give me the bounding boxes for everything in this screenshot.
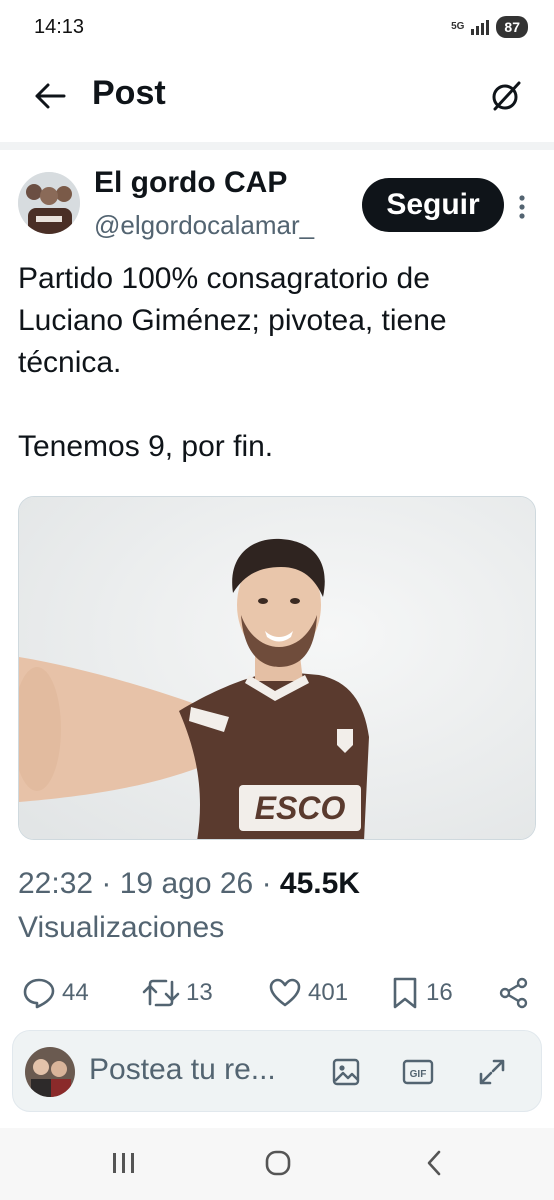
home-circle-icon [265,1150,291,1176]
image-icon [332,1058,360,1086]
post-time: 22:32 [18,867,94,900]
system-back-button[interactable] [414,1148,454,1178]
more-vertical-icon [519,195,525,219]
reply-button[interactable]: 44 [22,970,89,1016]
arrow-left-icon [35,83,66,109]
status-icons: 5G 87 [451,16,528,38]
gif-icon: GIF [402,1059,434,1085]
expand-button[interactable] [475,1055,509,1089]
battery-indicator: 87 [496,16,528,38]
reply-composer[interactable]: Postea tu re... GIF [12,1030,542,1112]
repost-button[interactable]: 13 [142,970,213,1016]
repost-icon [142,979,180,1007]
avatar-photo [18,172,80,234]
page-title: Post [92,74,166,112]
grok-icon [492,81,521,111]
signal-icon [471,20,490,35]
like-count: 401 [308,979,349,1006]
recents-icon [113,1153,134,1173]
gif-label: GIF [410,1069,427,1080]
share-button[interactable] [498,970,530,1016]
heart-icon [269,978,301,1007]
share-icon [499,977,528,1009]
author-name[interactable]: El gordo CAP [94,166,287,200]
header-divider [0,142,554,150]
user-avatar-photo [25,1047,75,1097]
grok-button[interactable] [484,74,528,118]
follow-button[interactable]: Seguir [362,178,504,232]
gif-button[interactable]: GIF [401,1055,435,1089]
reply-count: 44 [62,979,89,1006]
expand-icon [479,1059,505,1085]
comment-icon [23,978,55,1009]
meta-separator: · [261,867,280,900]
post-header: Post [0,58,554,138]
bookmark-count: 16 [426,979,453,1006]
network-badge: 5G [451,21,465,32]
post-photo: ESCO [19,497,535,839]
home-button[interactable] [258,1148,298,1178]
bookmark-button[interactable]: 16 [390,970,453,1016]
system-nav-bar [0,1128,554,1200]
more-options-button[interactable] [512,190,532,224]
image-button[interactable] [329,1055,363,1089]
meta-separator: · [101,867,120,900]
post-date: 19 ago 26 [119,867,254,900]
action-bar: 44 13 401 16 [18,970,538,1016]
reply-input[interactable]: Postea tu re... [89,1053,276,1087]
jersey-sponsor-text: ESCO [255,790,346,826]
repost-count: 13 [186,979,213,1006]
author-handle[interactable]: @elgordocalamar_ [94,210,314,241]
status-time: 14:13 [34,16,85,38]
chevron-left-icon [427,1150,441,1176]
recents-button[interactable] [104,1148,144,1178]
status-bar: 14:13 5G 87 [0,0,554,58]
post-meta: 22:32 · 19 ago 26 · 45.5K Visualizacione… [18,862,538,950]
views-count[interactable]: 45.5K [280,867,360,900]
post-image[interactable]: ESCO [18,496,536,840]
bookmark-icon [393,977,417,1009]
back-button[interactable] [28,76,72,116]
author-avatar[interactable] [18,172,80,234]
views-label[interactable]: Visualizaciones [18,911,224,944]
like-button[interactable]: 401 [268,970,348,1016]
user-avatar[interactable] [25,1047,75,1097]
post-text: Partido 100% consagratorio de Luciano Gi… [18,262,447,463]
